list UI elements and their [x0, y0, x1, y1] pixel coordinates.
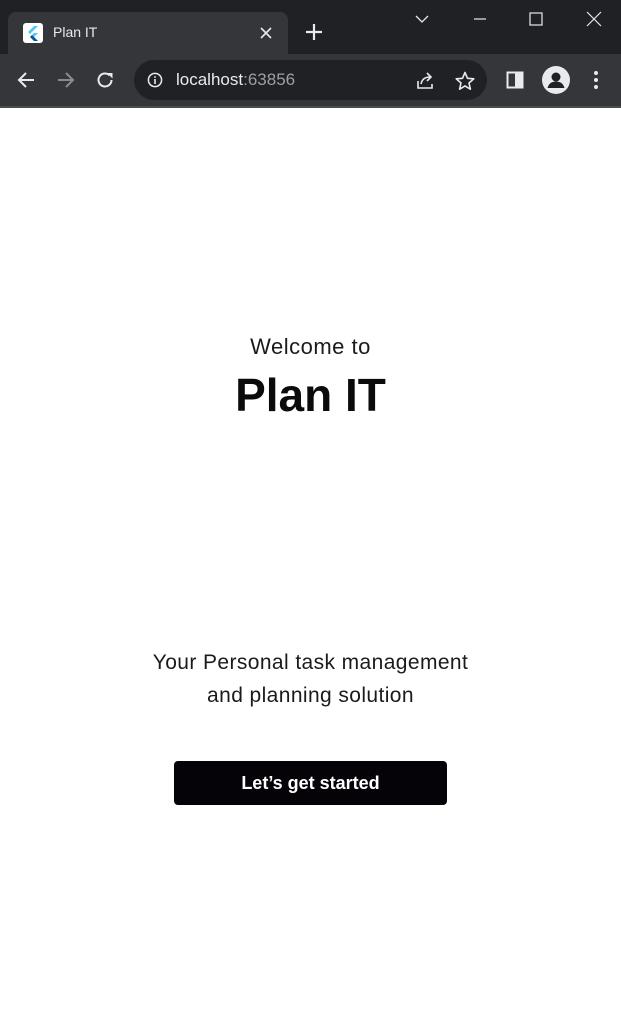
tab-title: Plan IT [53, 24, 98, 40]
tagline: Your Personal task management and planni… [0, 646, 621, 712]
close-window-button[interactable] [579, 6, 609, 32]
browser-menu-button[interactable] [582, 66, 610, 94]
chevron-down-icon [415, 15, 429, 23]
close-icon [586, 11, 602, 27]
forward-button[interactable] [52, 66, 80, 94]
welcome-text: Welcome to [250, 334, 371, 359]
reload-button[interactable] [91, 66, 119, 94]
browser-tab[interactable]: Plan IT [8, 12, 288, 54]
arrow-left-icon [17, 72, 34, 88]
toolbar-divider [0, 106, 621, 108]
plus-icon [306, 24, 322, 40]
browser-toolbar: localhost:63856 [0, 54, 621, 106]
maximize-icon [529, 12, 543, 26]
back-button[interactable] [12, 66, 40, 94]
minimize-button[interactable] [465, 6, 495, 32]
side-panel-button[interactable] [501, 66, 529, 94]
tagline-line-1: Your Personal task management [152, 651, 469, 674]
arrow-right-icon [58, 72, 75, 88]
tagline-line-2: and planning solution [207, 684, 414, 707]
address-url[interactable]: localhost:63856 [176, 70, 295, 90]
info-icon[interactable] [146, 71, 164, 89]
kebab-menu-icon [594, 71, 598, 89]
minimize-icon [474, 18, 486, 20]
star-icon[interactable] [454, 70, 476, 92]
profile-button[interactable] [542, 66, 570, 94]
tab-strip: Plan IT [0, 0, 621, 54]
url-host: localhost [176, 70, 244, 89]
share-icon[interactable] [414, 70, 436, 92]
person-icon [547, 72, 565, 88]
new-tab-button[interactable] [302, 20, 326, 44]
reload-icon [97, 72, 113, 88]
maximize-button[interactable] [521, 6, 551, 32]
tab-search-button[interactable] [407, 6, 437, 32]
app-title: Plan IT [235, 369, 386, 421]
tab-close-icon[interactable] [257, 24, 275, 42]
address-bar[interactable]: localhost:63856 [134, 60, 487, 100]
get-started-button[interactable]: Let’s get started [174, 761, 447, 805]
url-port: :63856 [243, 70, 296, 89]
flutter-logo-icon [23, 23, 43, 43]
side-panel-icon [506, 71, 524, 89]
